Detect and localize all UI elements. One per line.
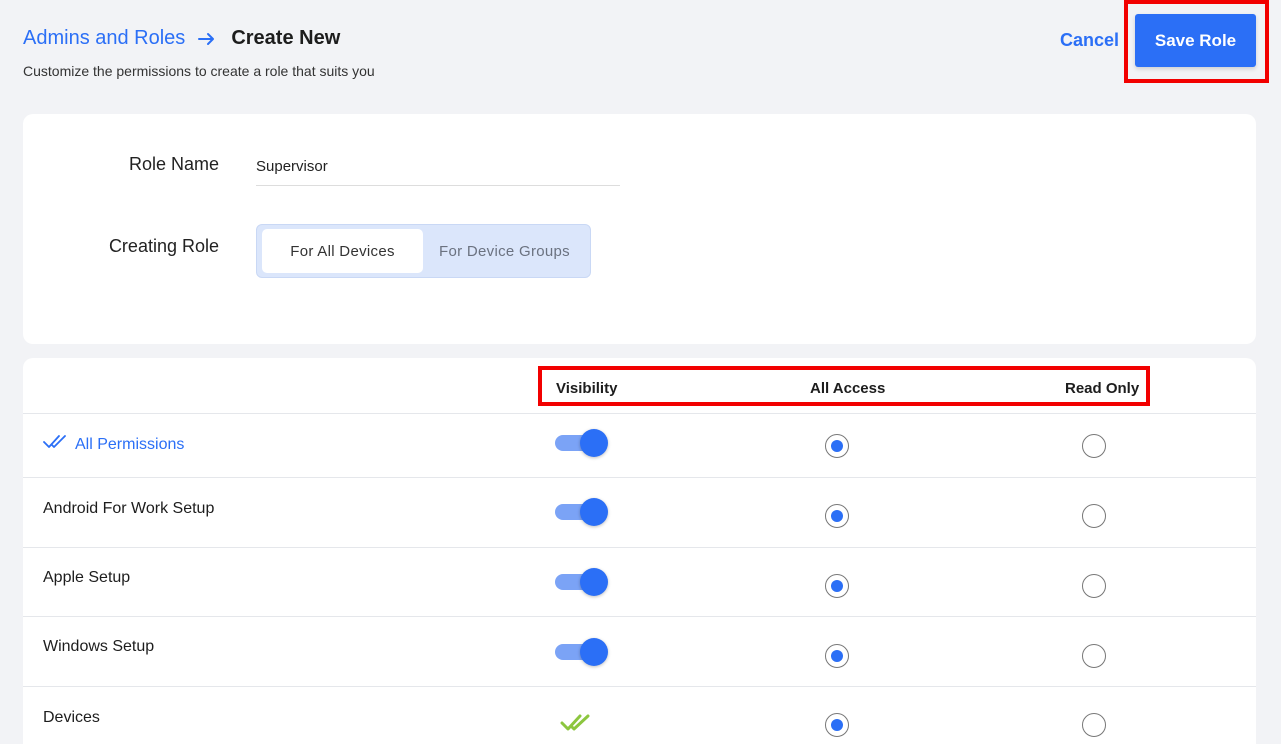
table-row: Apple Setup — [23, 548, 1256, 617]
toggle-knob — [580, 429, 608, 457]
double-check-icon — [43, 435, 66, 448]
read-only-radio[interactable] — [1082, 434, 1106, 458]
row-label-devices: Devices — [43, 709, 100, 726]
visibility-toggle[interactable] — [555, 429, 609, 457]
all-access-radio[interactable] — [825, 644, 849, 668]
table-row: Windows Setup — [23, 617, 1256, 687]
read-only-radio[interactable] — [1082, 504, 1106, 528]
scope-segmented-control: For All Devices For Device Groups — [256, 224, 591, 278]
role-name-input[interactable] — [256, 148, 620, 186]
toggle-knob — [580, 568, 608, 596]
all-access-radio[interactable] — [825, 713, 849, 737]
visibility-toggle[interactable] — [555, 568, 609, 596]
save-role-button[interactable]: Save Role — [1135, 14, 1256, 67]
table-row: Devices — [23, 687, 1256, 744]
table-row: Android For Work Setup — [23, 478, 1256, 548]
cancel-button[interactable]: Cancel — [1060, 30, 1119, 51]
scope-device-groups-option[interactable]: For Device Groups — [423, 229, 586, 273]
toggle-knob — [580, 498, 608, 526]
double-check-green-icon — [560, 714, 590, 731]
role-details-card: Role Name Creating Role For All Devices … — [23, 114, 1256, 344]
visibility-toggle[interactable] — [555, 638, 609, 666]
page-subtitle: Customize the permissions to create a ro… — [23, 63, 375, 79]
row-label-windows-setup: Windows Setup — [43, 638, 155, 655]
toggle-knob — [580, 638, 608, 666]
read-only-radio[interactable] — [1082, 713, 1106, 737]
read-only-radio[interactable] — [1082, 644, 1106, 668]
breadcrumb-current: Create New — [231, 27, 341, 49]
read-only-radio[interactable] — [1082, 574, 1106, 598]
row-label-all-permissions[interactable]: All Permissions — [75, 436, 184, 454]
creating-role-label: Creating Role — [108, 236, 219, 256]
permissions-table: Visibility All Access Read Only All Perm… — [23, 358, 1256, 744]
scope-all-devices-option[interactable]: For All Devices — [262, 229, 423, 273]
column-header-all-access: All Access — [810, 380, 886, 397]
all-access-radio[interactable] — [825, 504, 849, 528]
role-name-label: Role Name — [128, 154, 219, 174]
column-header-read-only: Read Only — [1065, 380, 1140, 397]
page-header: Admins and Roles Create New Customize th… — [0, 0, 1281, 100]
save-button-highlight: Save Role — [1124, 0, 1269, 83]
all-access-radio[interactable] — [825, 434, 849, 458]
row-label-apple-setup: Apple Setup — [43, 569, 131, 586]
visibility-toggle[interactable] — [555, 498, 609, 526]
all-access-radio[interactable] — [825, 574, 849, 598]
table-row: All Permissions — [23, 414, 1256, 478]
breadcrumb-admins-and-roles[interactable]: Admins and Roles — [23, 27, 185, 50]
row-label-android-for-work-setup: Android For Work Setup — [43, 500, 215, 517]
column-header-visibility: Visibility — [556, 380, 618, 397]
arrow-right-icon — [198, 32, 215, 45]
breadcrumb: Admins and Roles Create New — [23, 27, 340, 50]
